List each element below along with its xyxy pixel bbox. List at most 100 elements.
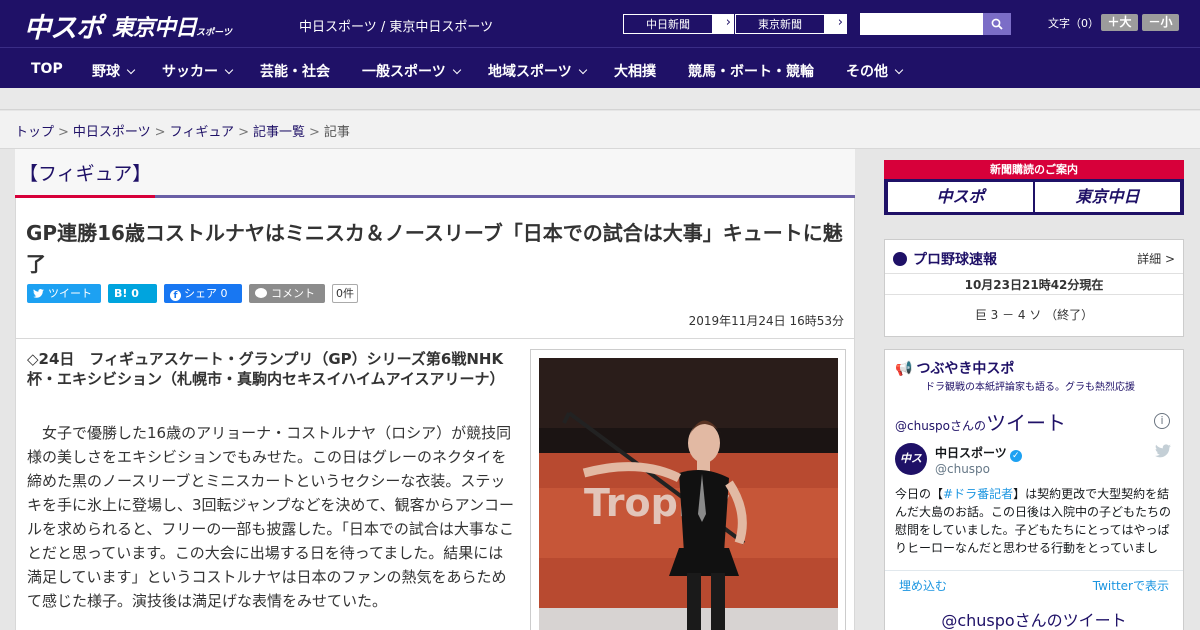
skater-image: Trophy [539,358,838,630]
tweet-handle[interactable]: @chuspo [935,462,990,476]
chevron-right-icon: › [837,15,843,30]
twitter-bird-icon[interactable] [1155,444,1171,458]
breadcrumb-top[interactable]: トップ [15,125,54,140]
embed-link[interactable]: 埋め込む [899,577,947,594]
view-on-twitter-link[interactable]: Twitterで表示 [1093,577,1169,594]
tweet-text: 今日の【#ドラ番記者】は契約更改で大型契約を結んだ大島のお話。この日後は入院中の… [895,485,1175,555]
nav-other[interactable]: その他 [846,61,904,81]
nav-local-sports[interactable]: 地域スポーツ [488,61,587,81]
facebook-share-label: シェア 0 [184,287,228,300]
megaphone-icon: 📢 [895,361,913,377]
subscription-banner[interactable]: 新聞購読のご案内 中スポ 東京中日 [884,160,1184,215]
nav-label: その他 [846,64,888,80]
nav-entertainment[interactable]: 芸能・社会 [260,61,330,81]
nav-label: TOP [31,61,63,77]
search-input[interactable] [860,13,983,35]
more-tweets-link[interactable]: @chuspoさんのツイート [885,607,1183,630]
tsubuyaki-title: 📢 つぶやき中スポ [895,358,1014,378]
skater-photo[interactable]: Trophy [539,358,838,630]
nav-top[interactable]: TOP [31,61,63,77]
nav-label: 芸能・社会 [260,64,330,80]
tweet-label: ツイート [48,287,92,300]
nav-racing[interactable]: 競馬・ボート・競輪 [688,61,814,81]
nav-baseball[interactable]: 野球 [92,61,136,81]
comment-button[interactable]: コメント [249,284,325,303]
tokyo-shimbun-button[interactable]: 東京新聞 › [734,13,848,35]
tweet-button[interactable]: ツイート [27,284,101,303]
font-size-larger-button[interactable]: ＋大 [1101,14,1138,31]
site-names: 中日スポーツ / 東京中日スポーツ [299,20,494,35]
hatena-bookmark-button[interactable]: B! 0 [108,284,157,303]
tweets-header: @chuspoさんのツイート [895,407,1066,436]
sidebar: 新聞購読のご案内 中スポ 東京中日 プロ野球速報 詳細 > 10月23日21時4… [884,160,1184,630]
breadcrumb-separator: > [58,125,69,140]
tweet-hashtag[interactable]: #ドラ番記者 [943,487,1013,501]
article-body: ◇24日 フィギュアスケート・グランプリ（GP）シリーズ第6戦NHK杯・エキシビ… [15,339,855,630]
chevron-down-icon [126,65,136,75]
breadcrumb-figure[interactable]: フィギュア [170,125,234,140]
tweet-text-pre: 今日の【 [895,487,944,501]
breadcrumb-chunichi-sports[interactable]: 中日スポーツ [73,125,151,140]
search-button[interactable] [983,13,1011,35]
comment-label: コメント [271,287,315,300]
tsubuyaki-title-text: つぶやき中スポ [916,361,1015,377]
nav-sumo[interactable]: 大相撲 [614,61,656,81]
font-size-smaller-button[interactable]: －小 [1142,14,1179,31]
baseball-score[interactable]: 巨 3 － 4 ソ （終了） [885,306,1183,323]
tsubuyaki-subtitle: ドラ観戦の本紙評論家も語る。グラも熱烈応援 [925,382,1135,393]
facebook-icon: f [170,290,181,301]
tokyo-chunichi-subscribe-logo: 東京中日 [1035,182,1180,212]
breadcrumb-bar: トップ > 中日スポーツ > フィギュア > 記事一覧 > 記事 [0,111,1200,149]
article-text: 女子で優勝した16歳のアリョーナ・コストルナヤ（ロシア）が競技同様の美しさをエキ… [27,424,514,610]
comment-count: 0件 [332,284,358,303]
nav-label: 競馬・ボート・競輪 [688,64,814,80]
nav-label: 野球 [92,64,120,80]
pro-baseball-scores: プロ野球速報 詳細 > 10月23日21時42分現在 巨 3 － 4 ソ （終了… [884,239,1184,337]
tokyo-logo-text: 東京中日 [112,16,197,41]
breadcrumb-separator: > [308,125,320,140]
publish-date: 2019年11月24日 16時53分 [688,314,844,328]
baseball-title-text: プロ野球速報 [913,252,997,268]
tweet-author[interactable]: 中日スポーツ ✓ [935,444,1022,462]
baseball-timestamp: 10月23日21時42分現在 [885,273,1183,295]
facebook-share-button[interactable]: f シェア 0 [164,284,242,303]
chevron-down-icon [894,65,904,75]
chuspo-subscribe-logo: 中スポ [888,182,1033,212]
article-headline: GP連勝16歳コストルナヤはミニスカ＆ノースリーブ「日本での試合は大事」キュート… [26,221,843,276]
chunichi-shimbun-button[interactable]: 中日新聞 › [622,13,736,35]
breadcrumb-separator: > [238,125,249,140]
chuspo-logo[interactable]: 中スポ [24,6,103,45]
breadcrumb-current: 記事 [323,125,350,140]
hatena-label: B! 0 [114,287,139,300]
nav-label: サッカー [162,64,218,80]
breadcrumb: トップ > 中日スポーツ > フィギュア > 記事一覧 > 記事 [15,121,350,140]
verified-icon: ✓ [1009,450,1022,462]
article-lead: ◇24日 フィギュアスケート・グランプリ（GP）シリーズ第6戦NHK杯・エキシビ… [27,350,505,388]
tokyo-logo-suffix: スポーツ [196,28,232,38]
breadcrumb-article-list[interactable]: 記事一覧 [253,125,305,140]
twitter-widget: 📢 つぶやき中スポ ドラ観戦の本紙評論家も語る。グラも熱烈応援 @chuspoさん… [884,349,1184,630]
main-nav: TOP 野球 サッカー 芸能・社会 一般スポーツ 地域スポーツ 大相撲 競馬・ボ… [0,47,1200,88]
baseball-detail-link[interactable]: 詳細 > [1137,250,1175,267]
main-content: 【フィギュア】 GP連勝16歳コストルナヤはミニスカ＆ノースリーブ「日本での試合… [15,149,855,630]
font-size-label: 文字（0） [1048,17,1099,30]
info-icon[interactable]: i [1154,413,1170,429]
nav-label: 一般スポーツ [362,64,446,80]
article-photo-frame: Trophy [530,349,846,630]
twitter-bird-icon [33,289,44,298]
nav-general-sports[interactable]: 一般スポーツ [362,61,461,81]
baseball-title: プロ野球速報 [893,249,997,269]
tweet-author-name: 中日スポーツ [935,446,1007,460]
tweets-header-small: @chuspoさんの [895,419,987,433]
ad-band [0,88,1200,110]
article-header: GP連勝16歳コストルナヤはミニスカ＆ノースリーブ「日本での試合は大事」キュート… [15,198,855,339]
chunichi-shimbun-label: 中日新聞 [623,14,713,34]
tokyo-chunichi-logo[interactable]: 東京中日スポーツ [112,10,232,42]
baseball-icon [893,252,907,266]
speech-bubble-icon [255,288,267,298]
nav-soccer[interactable]: サッカー [162,61,234,81]
tweets-header-big: ツイート [986,411,1067,435]
avatar[interactable]: 中スポ [895,443,927,497]
breadcrumb-separator: > [154,125,166,140]
chevron-down-icon [578,65,587,75]
